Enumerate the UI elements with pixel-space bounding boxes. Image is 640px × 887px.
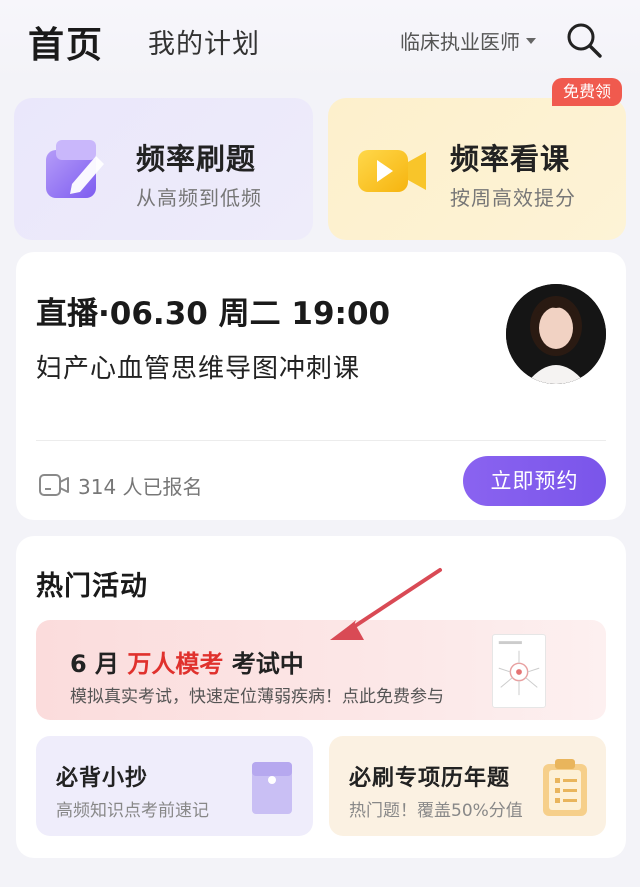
teacher-photo-icon [506, 284, 606, 384]
caret-down-icon [526, 37, 536, 44]
live-class-card[interactable]: 直播·06.30 周二 19:00 妇产心血管思维导图冲刺课 314 人已报名 … [16, 252, 626, 520]
carousel-dot[interactable] [322, 784, 329, 791]
exam-type-selector[interactable]: 临床执业医师 [400, 26, 536, 55]
exam-type-label: 临床执业医师 [400, 30, 520, 54]
live-course-name: 妇产心血管思维导图冲刺课 [36, 354, 361, 384]
past-papers-card[interactable]: 必刷专项历年题 热门题！覆盖50%分值 [329, 736, 606, 836]
past-papers-title: 必刷专项历年题 [349, 766, 511, 791]
mock-title-highlight: 万人模考 [127, 650, 224, 678]
frequency-practice-card[interactable]: 频率刷题 从高频到低频 [14, 98, 313, 240]
tab-my-plan[interactable]: 我的计划 [148, 22, 260, 61]
teacher-avatar [506, 284, 606, 384]
mock-exam-subtitle: 模拟真实考试，快速定位薄弱疾病！点此免费参与 [70, 687, 444, 707]
divider [36, 440, 606, 441]
signup-count: 314 人已报名 [78, 475, 203, 499]
must-memorize-notes-card[interactable]: 必背小抄 高频知识点考前速记 [36, 736, 313, 836]
mock-title-prefix: 6 月 [70, 650, 120, 678]
practice-title: 频率刷题 [136, 142, 257, 176]
course-subtitle: 按周高效提分 [450, 186, 576, 210]
video-play-icon [358, 150, 426, 192]
free-badge: 免费领 [552, 78, 622, 106]
envelope-folder-icon [252, 762, 292, 814]
mock-title-suffix: 考试中 [231, 650, 304, 678]
live-schedule-title: 直播·06.30 周二 19:00 [36, 296, 391, 332]
section-title: 热门活动 [36, 571, 148, 602]
practice-subtitle: 从高频到低频 [136, 186, 262, 210]
tab-home[interactable]: 首页 [28, 16, 104, 68]
frequency-course-card[interactable]: 频率看课 按周高效提分 [328, 98, 626, 240]
clipboard-icon [543, 759, 587, 816]
mock-exam-title: 6 月 万人模考 考试中 [70, 644, 304, 679]
top-nav: 首页 我的计划 临床执业医师 [0, 0, 640, 80]
notes-subtitle: 高频知识点考前速记 [56, 801, 209, 821]
search-icon[interactable] [564, 20, 604, 60]
mind-map-thumbnail-icon [492, 634, 546, 708]
course-title: 频率看课 [450, 142, 571, 176]
book-pen-icon [46, 140, 104, 198]
book-now-button[interactable]: 立即预约 [463, 456, 606, 506]
notes-title: 必背小抄 [56, 766, 149, 791]
annotation-arrow-icon [330, 568, 442, 640]
past-papers-subtitle: 热门题！覆盖50%分值 [349, 801, 523, 821]
video-camera-icon [39, 474, 69, 496]
